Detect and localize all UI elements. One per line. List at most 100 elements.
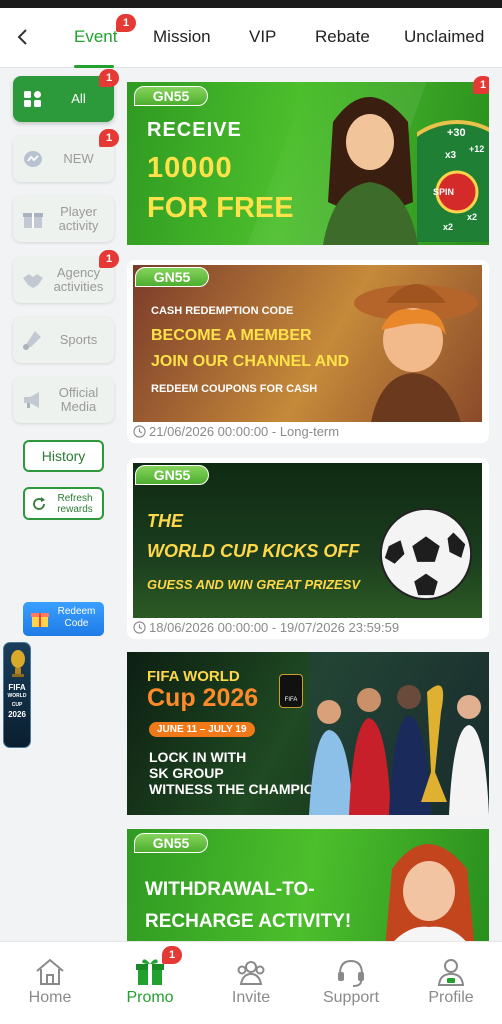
- promo-line: THE: [147, 511, 183, 531]
- promo-date: 21/06/2026 00:00:00 - Long-term: [133, 424, 339, 439]
- tab-mission[interactable]: Mission: [153, 27, 211, 47]
- promo-banner: GN55 WITHDRAWAL-TO- RECHARGE ACTIVITY!: [127, 829, 489, 941]
- nav-home[interactable]: Home: [0, 942, 100, 1024]
- clock-icon: [133, 425, 146, 438]
- promo-line: 10000: [147, 152, 233, 184]
- float-banner-line: 2026: [8, 710, 26, 719]
- tab-rebate[interactable]: Rebate: [315, 27, 370, 47]
- bottom-navigation: Home Promo 1 Invite Support Profile: [0, 941, 502, 1024]
- promo-line: WITHDRAWAL-TO-: [145, 879, 315, 900]
- tab-event[interactable]: Event: [74, 27, 117, 47]
- promo-line: BECOME A MEMBER: [151, 327, 312, 344]
- trophy-icon: [11, 650, 25, 677]
- nav-label: Support: [322, 989, 380, 1006]
- profile-icon: [437, 959, 465, 986]
- promo-line: RECHARGE ACTIVITY!: [145, 911, 352, 932]
- clock-icon: [133, 621, 146, 634]
- nav-profile[interactable]: Profile: [401, 942, 501, 1024]
- refresh-rewards-button[interactable]: Refresh rewards: [23, 487, 104, 520]
- wheel-label: x2: [467, 212, 478, 222]
- floating-worldcup-banner[interactable]: FIFA WORLD CUP 2026: [3, 642, 31, 748]
- category-official-media[interactable]: Official Media: [13, 377, 114, 423]
- promo-date-text: 18/06/2026 00:00:00 - 19/07/2026 23:59:5…: [149, 620, 400, 635]
- messenger-icon: [24, 151, 42, 167]
- wheel-label: +12: [469, 144, 485, 154]
- category-label: Player activity: [58, 204, 99, 233]
- float-banner-line: FIFA: [8, 683, 26, 692]
- category-sidebar: All 1 NEW 1 Player activity Agency activ…: [0, 69, 120, 941]
- promo-list: GN55 RECEIVE 10000 FOR FREE +30 x3 SPIN …: [127, 69, 489, 941]
- float-banner-line: WORLD CUP: [7, 693, 27, 708]
- sports-icon: [23, 331, 41, 350]
- promo-line: JUNE 11 – JULY 19: [149, 722, 255, 737]
- handshake-icon: [23, 274, 43, 288]
- brand-tag: GN55: [134, 833, 208, 853]
- promo-line: GUESS AND WIN GREAT PRIZESV: [147, 577, 361, 592]
- promo-line: WORLD CUP KICKS OFF: [147, 541, 360, 561]
- promo-banner: GN55 THE WORLD CUP KICKS OFF GUESS AND W…: [133, 463, 482, 618]
- category-sports[interactable]: Sports: [13, 317, 114, 363]
- character-illustration: [323, 97, 418, 245]
- promo-date-text: 21/06/2026 00:00:00 - Long-term: [149, 424, 340, 439]
- promo-line: FOR FREE: [147, 192, 294, 224]
- promo-banner: GN55 CASH REDEMPTION CODE BECOME A MEMBE…: [133, 265, 482, 422]
- tab-vip[interactable]: VIP: [249, 27, 276, 47]
- redeem-code-label: Redeem Code: [57, 606, 96, 629]
- wheel-label: SPIN: [433, 187, 455, 197]
- promo-line: FIFA WORLD: [147, 668, 240, 685]
- spin-wheel-icon: [417, 120, 489, 242]
- category-label: Official Media: [58, 385, 99, 414]
- promo-banner: GN55 RECEIVE 10000 FOR FREE +30 x3 SPIN …: [127, 82, 489, 245]
- megaphone-icon: [24, 392, 39, 408]
- nav-label: Profile: [428, 989, 474, 1006]
- history-button[interactable]: History: [23, 440, 104, 472]
- soccer-ball-icon: [379, 507, 473, 601]
- refresh-icon: [33, 496, 45, 510]
- promo-banner: FIFA WORLD Cup 2026 JUNE 11 – JULY 19 LO…: [127, 652, 489, 815]
- promo-line: WITNESS THE CHAMPION: [149, 781, 325, 797]
- nav-label: Home: [28, 989, 72, 1006]
- promo-line: REDEEM COUPONS FOR CASH: [151, 383, 318, 395]
- promo-line: SK GROUP: [149, 765, 224, 781]
- woman-character-illustration: [385, 844, 475, 941]
- nav-promo-badge: 1: [162, 946, 182, 964]
- brand-tag: GN55: [134, 86, 208, 106]
- gift-box-icon: [31, 613, 49, 627]
- top-tab-bar: Event 1 Mission VIP Rebate Unclaimed: [0, 8, 502, 68]
- headset-icon: [338, 959, 364, 987]
- wheel-label: x3: [445, 150, 457, 161]
- tab-unclaimed[interactable]: Unclaimed: [404, 27, 484, 47]
- cowboy-character-illustration: [354, 284, 478, 422]
- back-arrow-icon[interactable]: [10, 22, 38, 52]
- nav-label: Promo: [126, 989, 174, 1006]
- wheel-label: x2: [443, 222, 454, 232]
- promo-line: LOCK IN WITH: [149, 749, 247, 765]
- redeem-code-button[interactable]: Redeem Code: [23, 602, 104, 636]
- promo-card-receive-10000[interactable]: GN55 RECEIVE 10000 FOR FREE +30 x3 SPIN …: [127, 82, 489, 245]
- brand-tag: GN55: [135, 465, 209, 485]
- category-all-badge: 1: [99, 69, 119, 87]
- nav-label: Invite: [231, 989, 271, 1006]
- promo-card-fifa-world-cup-2026[interactable]: FIFA WORLD Cup 2026 JUNE 11 – JULY 19 LO…: [127, 652, 489, 815]
- nav-promo[interactable]: Promo 1: [100, 942, 200, 1024]
- promo-card-cash-redemption[interactable]: GN55 CASH REDEMPTION CODE BECOME A MEMBE…: [127, 260, 489, 443]
- active-tab-indicator: [74, 65, 114, 68]
- tab-event-badge: 1: [116, 14, 136, 32]
- invite-icon: [237, 961, 265, 985]
- promo-card-withdrawal-to-recharge[interactable]: GN55 WITHDRAWAL-TO- RECHARGE ACTIVITY!: [127, 829, 489, 941]
- gift-icon: [23, 213, 43, 228]
- promo-card-world-cup-kicks-off[interactable]: GN55 THE WORLD CUP KICKS OFF GUESS AND W…: [127, 458, 489, 639]
- promo-date: 18/06/2026 00:00:00 - 19/07/2026 23:59:5…: [133, 620, 399, 635]
- category-agency-badge: 1: [99, 250, 119, 268]
- wheel-label: +30: [447, 127, 466, 139]
- promo-line: RECEIVE: [147, 119, 242, 141]
- football-players-illustration: [309, 652, 489, 815]
- promo-badge: 1: [473, 76, 489, 94]
- nav-invite[interactable]: Invite: [201, 942, 301, 1024]
- promo-line: CASH REDEMPTION CODE: [151, 305, 294, 317]
- grid-icon: [24, 91, 41, 107]
- category-player-activity[interactable]: Player activity: [13, 196, 114, 242]
- nav-support[interactable]: Support: [301, 942, 401, 1024]
- fifa-logo: FIFA: [279, 674, 303, 708]
- refresh-rewards-label: Refresh rewards: [57, 492, 93, 515]
